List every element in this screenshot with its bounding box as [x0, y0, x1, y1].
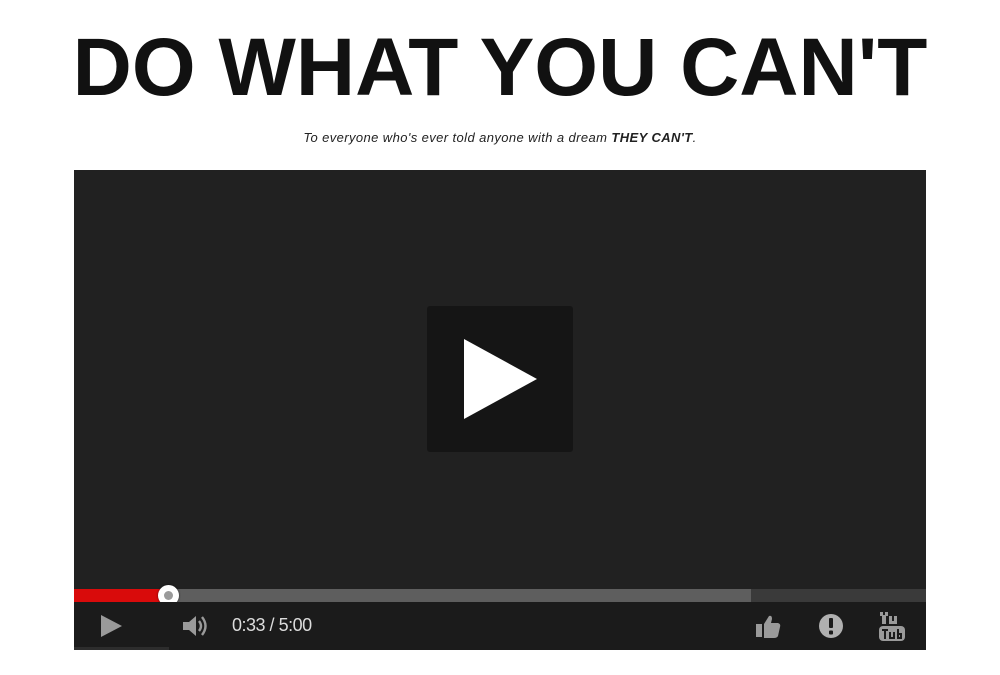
- like-button[interactable]: [750, 602, 786, 650]
- tagline: To everyone who's ever told anyone with …: [0, 130, 1000, 145]
- current-time: 0:33: [232, 615, 266, 635]
- bottom-divider: [74, 647, 169, 650]
- page-title: DO WHAT YOU CAN'T: [72, 22, 928, 113]
- duration: 5:00: [278, 615, 313, 635]
- big-play-button[interactable]: [427, 306, 573, 452]
- progress-bar[interactable]: [74, 585, 926, 606]
- thumbs-up-icon: [756, 615, 781, 638]
- play-icon: [101, 615, 122, 637]
- youtube-button[interactable]: [874, 602, 910, 650]
- tagline-emphasis: THEY CAN'T: [611, 130, 693, 145]
- video-player[interactable]: 0:33 / 5:00: [74, 170, 926, 650]
- tagline-text: To everyone who's ever told anyone with …: [303, 130, 612, 145]
- play-button[interactable]: [90, 602, 130, 650]
- tagline-end: .: [692, 130, 697, 145]
- progress-played: [74, 589, 168, 602]
- time-separator: /: [265, 615, 279, 635]
- time-display: 0:33 / 5:00: [232, 602, 312, 648]
- volume-button[interactable]: [176, 602, 216, 650]
- youtube-logo-icon: [879, 612, 905, 641]
- report-button[interactable]: [814, 602, 848, 650]
- volume-icon: [183, 616, 207, 636]
- play-icon: [464, 339, 537, 419]
- exclamation-icon: [819, 614, 843, 638]
- control-bar: 0:33 / 5:00: [74, 602, 926, 650]
